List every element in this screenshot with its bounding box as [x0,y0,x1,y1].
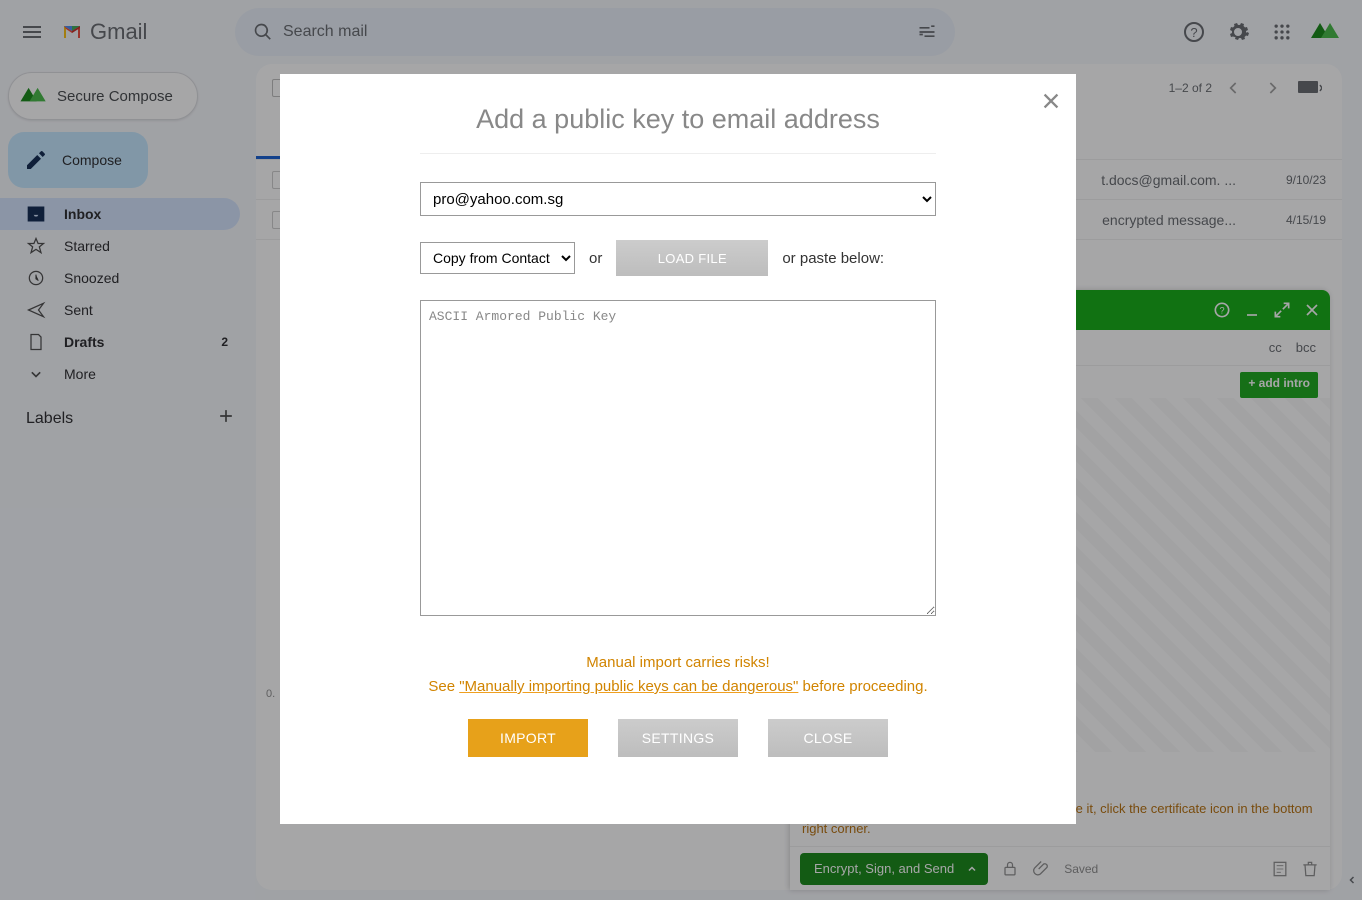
modal-title: Add a public key to email address [420,104,936,154]
close-icon [1040,90,1062,112]
source-row: Copy from Contact or LOAD FILE or paste … [420,240,936,276]
add-public-key-modal: Add a public key to email address pro@ya… [280,74,1076,824]
import-button[interactable]: IMPORT [468,719,588,757]
warn-see: See [428,678,459,695]
email-select[interactable]: pro@yahoo.com.sg [420,182,936,216]
settings-button[interactable]: SETTINGS [618,719,738,757]
warn-after: before proceeding. [798,678,927,695]
public-key-textarea[interactable] [420,300,936,616]
warn-line1: Manual import carries risks! [586,654,769,671]
warn-link[interactable]: "Manually importing public keys can be d… [459,678,798,695]
load-file-button[interactable]: LOAD FILE [616,240,768,276]
modal-buttons: IMPORT SETTINGS CLOSE [420,719,936,757]
or-label: or [589,250,602,267]
warning-text: Manual import carries risks! See "Manual… [420,651,936,699]
close-button[interactable]: CLOSE [768,719,888,757]
modal-close-button[interactable] [1040,88,1062,119]
contact-select[interactable]: Copy from Contact [420,242,575,274]
paste-label: or paste below: [782,250,884,267]
